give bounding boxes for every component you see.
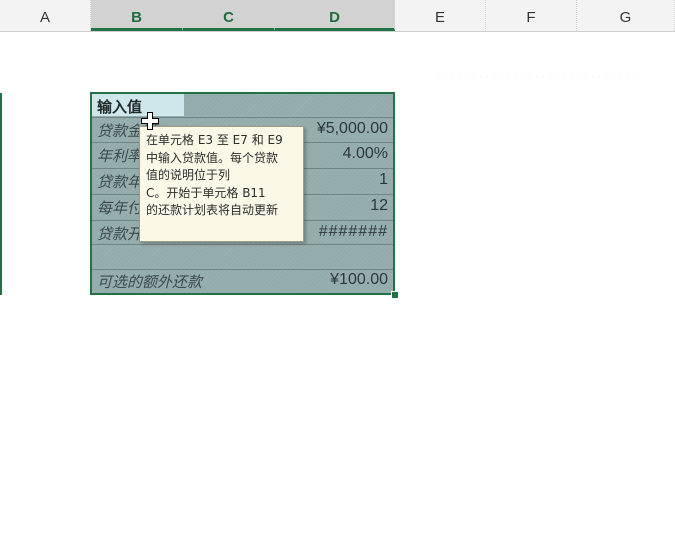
fill-handle[interactable] — [391, 291, 399, 299]
tooltip-line: 中输入贷款值。每个贷款 — [146, 150, 279, 165]
tooltip-line: C。开始于单元格 B11 — [146, 185, 266, 200]
row-value: 1 — [379, 171, 388, 188]
row-value: 4.00% — [342, 145, 388, 162]
table-header-label: 输入值 — [97, 98, 143, 116]
column-header-g[interactable]: G — [577, 0, 675, 31]
row-label: 年利率 — [97, 147, 143, 165]
gridline-artifact — [438, 76, 638, 78]
row-value: 12 — [370, 197, 388, 214]
column-header-d[interactable]: D — [275, 0, 395, 31]
column-header-b[interactable]: B — [91, 0, 183, 31]
cell-comment-tooltip: 在单元格 E3 至 E7 和 E9 中输入贷款值。每个贷款 值的说明位于列 C。… — [139, 126, 304, 242]
row-selection-marker — [0, 93, 2, 295]
table-row[interactable]: 可选的额外还款 ¥100.00 — [92, 270, 393, 293]
column-header-bar: A B C D E F G — [0, 0, 675, 32]
tooltip-line: 的还款计划表将自动更新 — [146, 203, 279, 217]
column-header-f[interactable]: F — [486, 0, 577, 31]
column-header-a[interactable]: A — [0, 0, 91, 31]
row-value: ¥100.00 — [330, 271, 388, 288]
row-value: ¥5,000.00 — [316, 120, 388, 137]
row-value: ####### — [318, 223, 388, 240]
row-label: 可选的额外还款 — [97, 273, 203, 291]
cell-select-cursor-icon — [141, 112, 159, 130]
table-header-row[interactable]: 输入值 — [92, 94, 393, 118]
tooltip-line: 值的说明位于列 — [146, 168, 231, 182]
column-header-c[interactable]: C — [183, 0, 275, 31]
column-header-e[interactable]: E — [395, 0, 486, 31]
table-row[interactable] — [92, 245, 393, 270]
tooltip-line: 在单元格 E3 至 E7 和 E9 — [146, 133, 283, 147]
